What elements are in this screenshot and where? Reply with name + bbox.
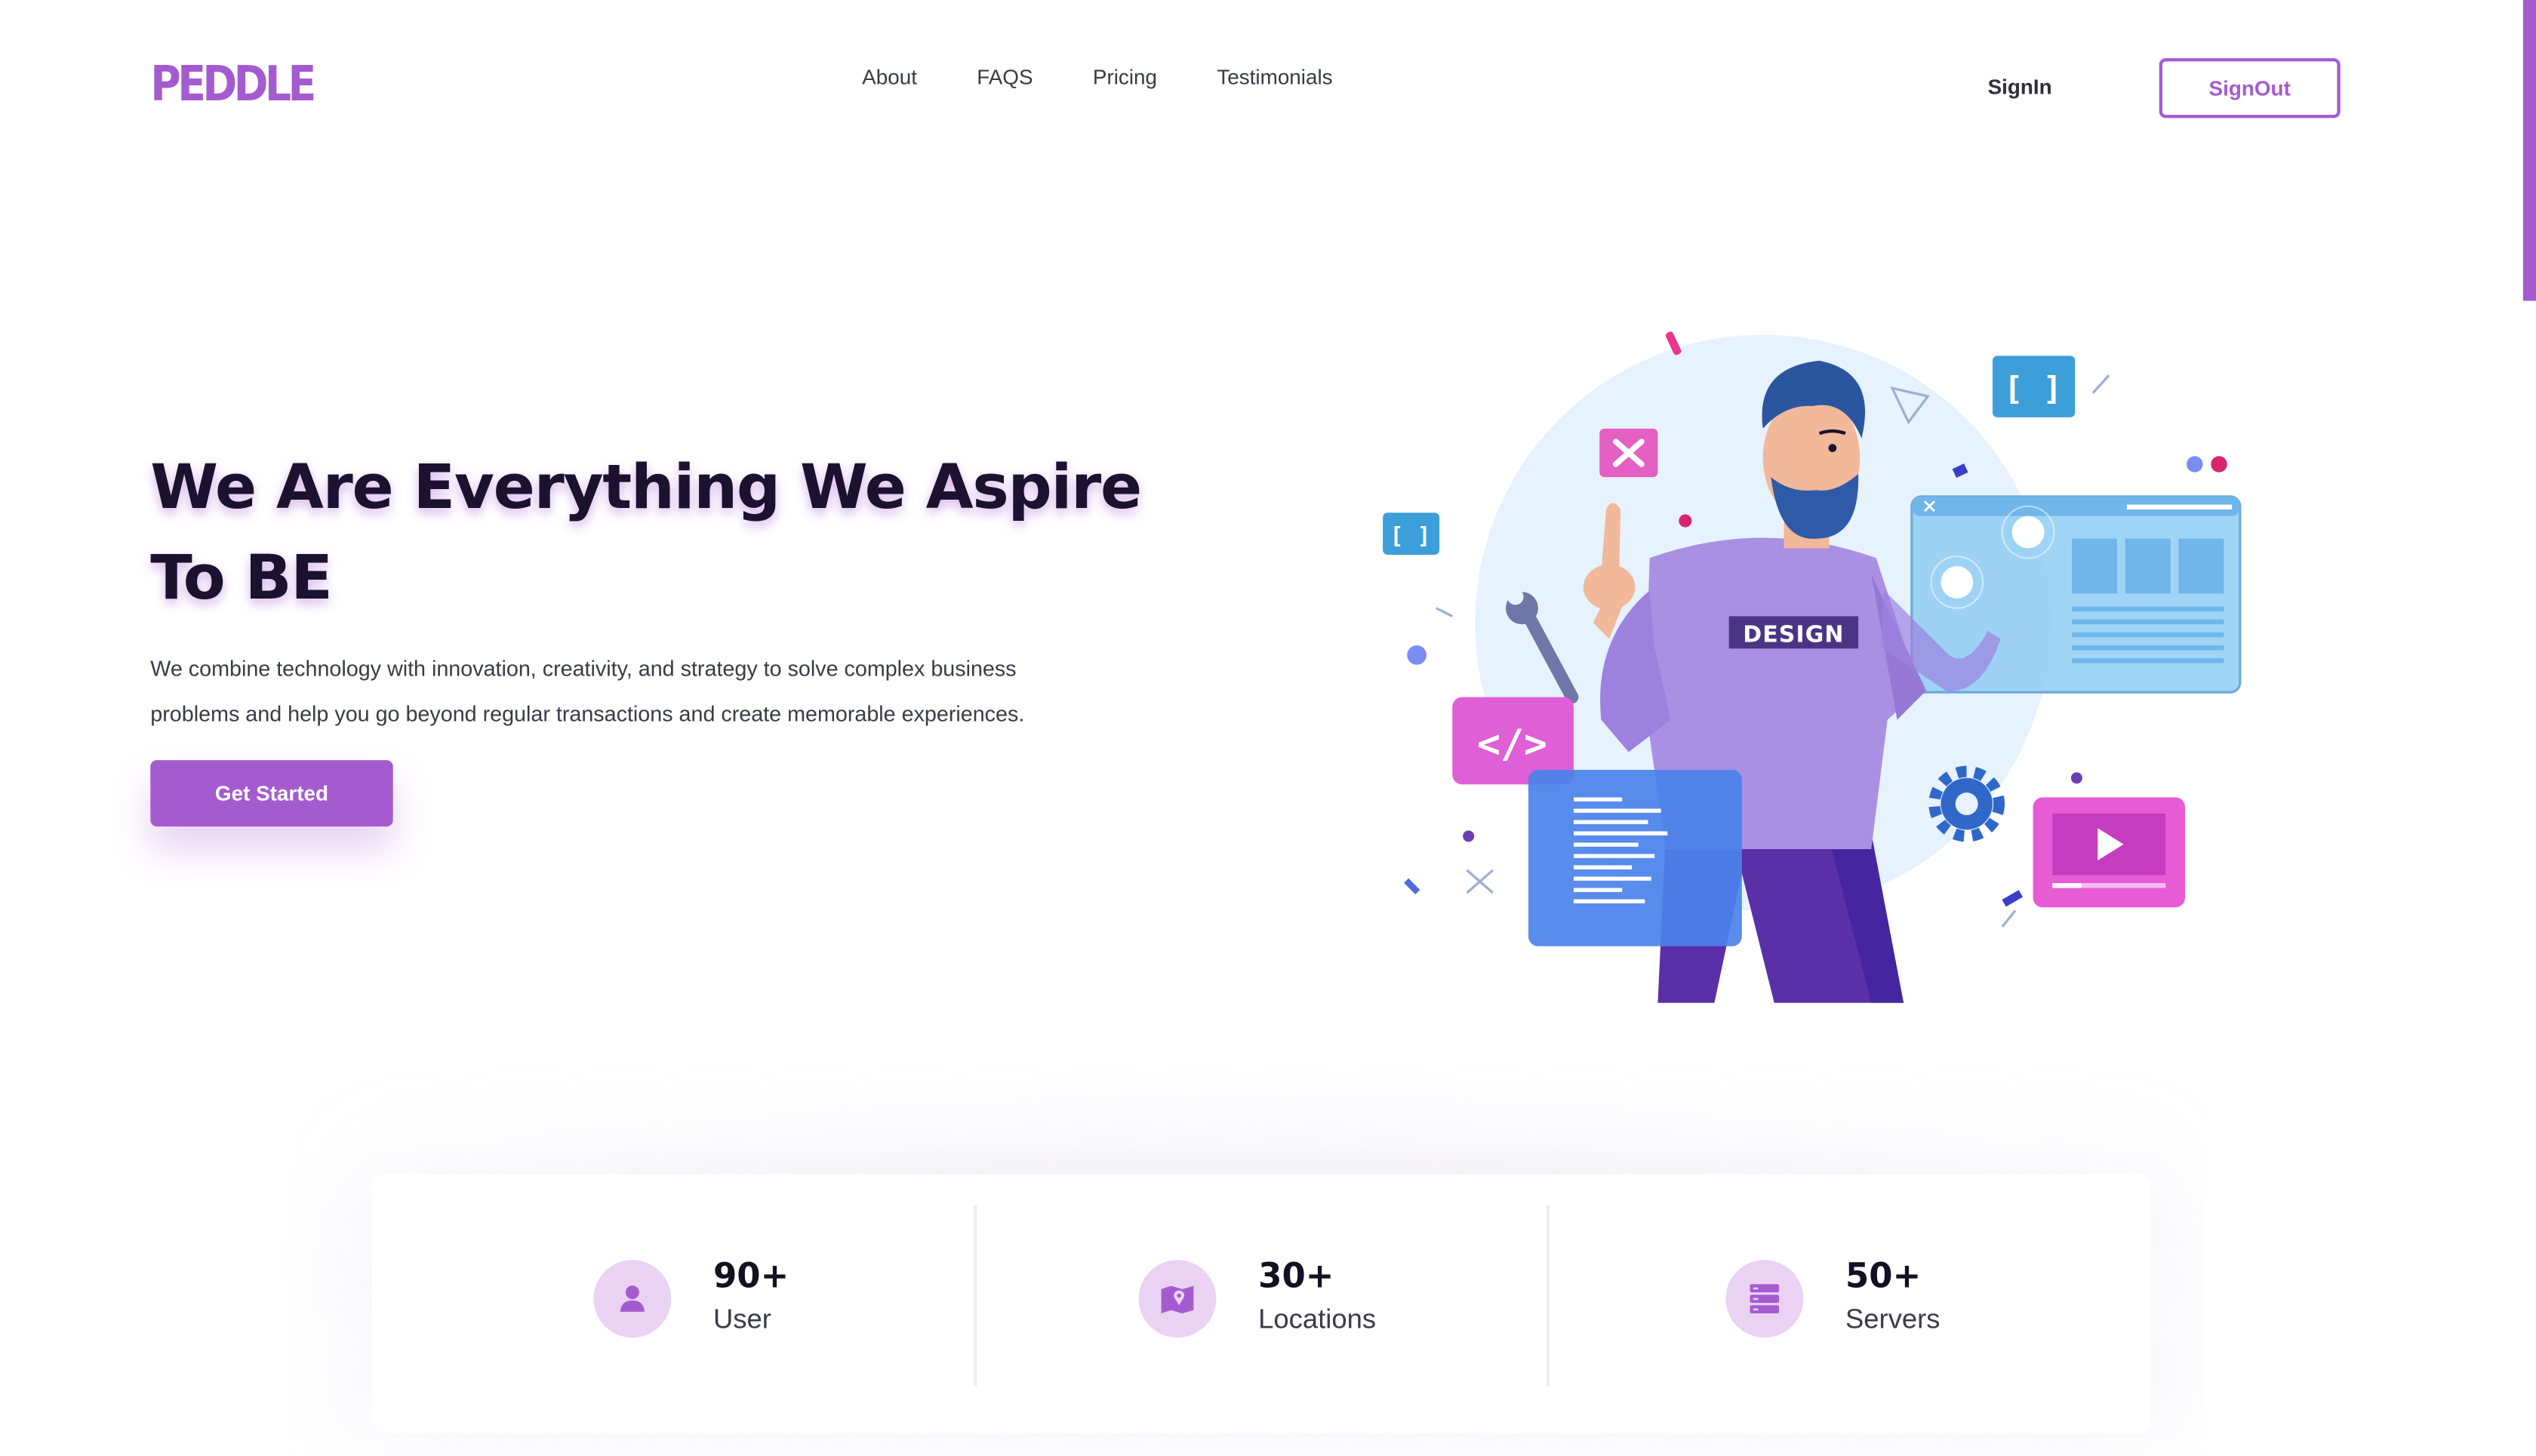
nav-link-pricing[interactable]: Pricing (1093, 65, 1157, 91)
stat-label: Locations (1258, 1304, 1377, 1334)
stats-divider (1546, 1205, 1550, 1387)
nav-link-faqs[interactable]: FAQS (977, 65, 1033, 91)
nav-link-testimonials[interactable]: Testimonials (1217, 65, 1332, 91)
server-icon (1725, 1260, 1804, 1338)
close-badge-icon (1599, 428, 1658, 478)
hero-description-line-1: We combine technology with innovation, c… (150, 657, 1017, 682)
video-player-icon (2033, 797, 2185, 908)
svg-text:[ ]: [ ] (1390, 523, 1430, 549)
main-nav: About FAQS Pricing Testimonials (862, 65, 1332, 91)
signout-button[interactable]: SignOut (2159, 58, 2341, 119)
signin-link[interactable]: SignIn (1988, 75, 2052, 99)
stat-users: 90+ User (593, 1257, 789, 1341)
scrollbar-thumb[interactable] (2522, 0, 2536, 301)
shirt-label: DESIGN (1743, 622, 1844, 648)
hero-description-line-2: problems and help you go beyond regular … (150, 702, 1025, 727)
stat-locations: 30+ Locations (1138, 1257, 1377, 1341)
stat-label: Servers (1845, 1304, 1940, 1334)
map-icon (1138, 1260, 1217, 1338)
page: PEDDLE About FAQS Pricing Testimonials S… (0, 0, 2536, 1456)
hero-title: We Are Everything We Aspire To BE (150, 442, 1185, 623)
stat-value: 50+ (1845, 1257, 1922, 1296)
user-icon (593, 1260, 672, 1338)
svg-text:[ ]: [ ] (2004, 370, 2062, 408)
bracket-badge-right-icon: [ ] (1993, 356, 2076, 417)
bracket-badge-left-icon: [ ] (1383, 513, 1440, 555)
get-started-button[interactable]: Get Started (150, 760, 393, 827)
stat-value: 90+ (713, 1257, 789, 1296)
hero-title-line-2: To BE (150, 541, 333, 614)
svg-text:</>: </> (1477, 722, 1547, 767)
stat-value: 30+ (1258, 1257, 1334, 1296)
stats-divider (974, 1205, 977, 1387)
stat-servers: 50+ Servers (1725, 1257, 1940, 1341)
hero-title-line-1: We Are Everything We Aspire (150, 451, 1142, 523)
nav-link-about[interactable]: About (862, 65, 917, 91)
code-document-panel (1528, 769, 1742, 947)
hero-description: We combine technology with innovation, c… (150, 647, 1137, 737)
brand-logo[interactable]: PEDDLE (150, 57, 316, 113)
stat-label: User (713, 1304, 771, 1334)
hero-illustration: [ ] [ ] DESIGN </> (1383, 331, 2242, 1003)
